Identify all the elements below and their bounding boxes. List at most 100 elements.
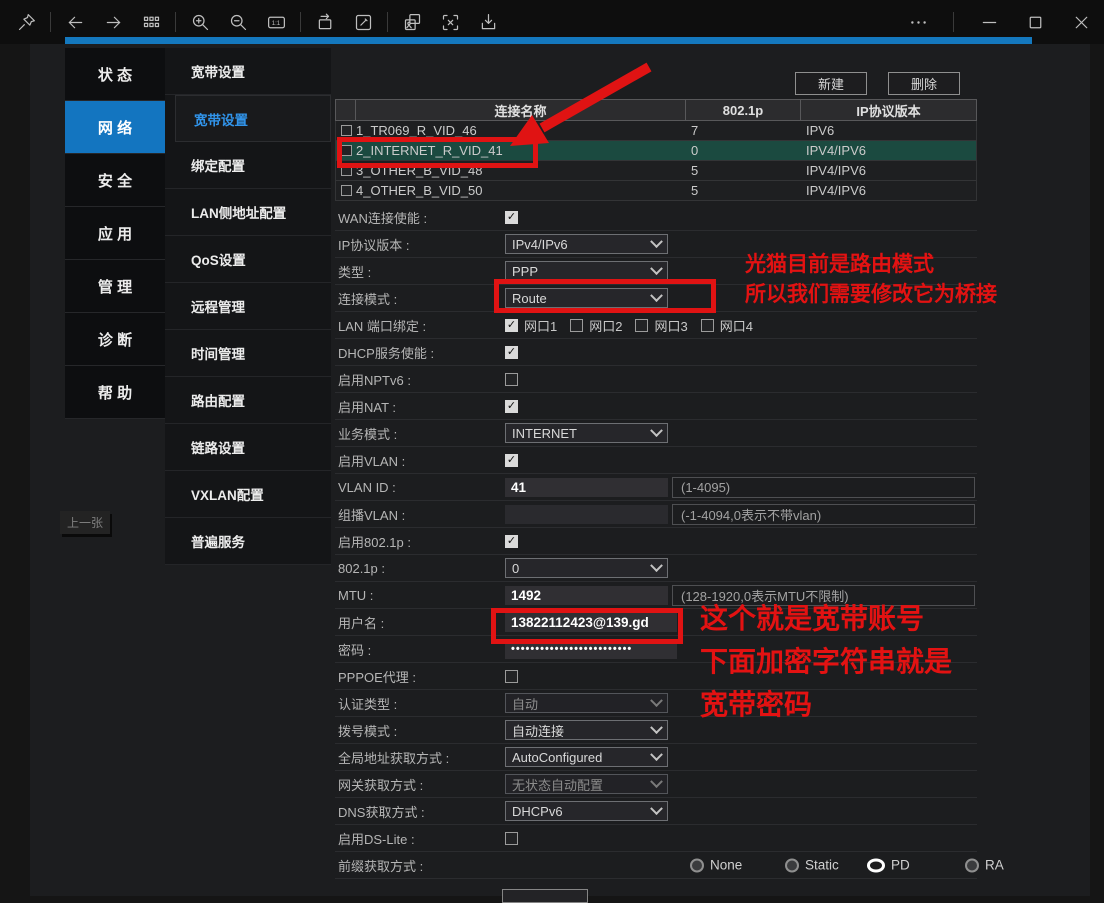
checkbox[interactable] [635,319,648,332]
back-icon[interactable] [63,10,87,34]
dropdown[interactable]: DHCPv6 [505,801,668,821]
submenu-item-路由配置[interactable]: 路由配置 [165,377,331,424]
submenu-item-VXLAN配置[interactable]: VXLAN配置 [165,471,331,518]
radio-option-PD[interactable]: PD [867,858,910,873]
dropdown[interactable]: IPv4/IPv6 [505,234,668,254]
submenu-item-链路设置[interactable]: 链路设置 [165,424,331,471]
sidebar-item-网络[interactable]: 网 络 [65,101,165,154]
checkbox[interactable] [341,145,352,156]
checkbox[interactable]: ✓ [505,535,518,548]
sidebar-item-安全[interactable]: 安 全 [65,154,165,207]
submenu-item-时间管理[interactable]: 时间管理 [165,330,331,377]
previous-image-tooltip[interactable]: 上一张 [60,511,110,534]
radio-option-None[interactable]: None [690,858,742,873]
dropdown[interactable]: Route [505,288,668,308]
port-checkbox-option: 网口4 [701,316,753,335]
dropdown-value: 无状态自动配置 [512,775,603,794]
edit-icon[interactable] [351,10,375,34]
table-row[interactable]: 2_INTERNET_R_VID_410IPV4/IPV6 [335,141,977,161]
submenu-item-普遍服务[interactable]: 普遍服务 [165,518,331,565]
checkbox[interactable] [341,125,352,136]
radio-icon[interactable] [867,858,885,872]
dropdown[interactable]: 自动连接 [505,720,668,740]
delete-button[interactable]: 删除 [888,72,960,95]
dropdown[interactable]: INTERNET [505,423,668,443]
dropdown-value: DHCPv6 [512,804,563,819]
gallery-icon[interactable] [139,10,163,34]
radio-option-label: PD [891,858,910,873]
form-control: 无状态自动配置 [505,771,977,797]
dropdown[interactable]: AutoConfigured [505,747,668,767]
dropdown[interactable]: PPP [505,261,668,281]
new-button[interactable]: 新建 [795,72,867,95]
form-control [505,366,977,392]
bottom-button-partial[interactable] [502,889,588,903]
radio-option-RA[interactable]: RA [965,858,1004,873]
form-label: IP协议版本 : [335,235,505,254]
close-icon[interactable] [1058,0,1104,44]
checkbox[interactable] [505,832,518,845]
checkbox[interactable] [505,373,518,386]
radio-icon[interactable] [785,858,799,872]
checkbox[interactable]: ✓ [505,454,518,467]
checkbox[interactable] [341,165,352,176]
form-row: VLAN ID :41(1-4095) [335,474,977,501]
actual-size-icon[interactable]: 1:1 [264,10,288,34]
text-input[interactable] [505,505,668,524]
form-row: 类型 :PPP [335,258,977,285]
form-control: 0 [505,555,977,581]
sidebar-item-状态[interactable]: 状 态 [65,48,165,101]
form-control: AutoConfigured [505,744,977,770]
save-icon[interactable] [476,10,500,34]
dropdown[interactable]: 0 [505,558,668,578]
checkbox[interactable] [505,670,518,683]
radio-icon[interactable] [965,858,979,872]
sidebar-item-应用[interactable]: 应 用 [65,207,165,260]
form-control: IPv4/IPv6 [505,231,977,257]
checkbox[interactable] [570,319,583,332]
text-input[interactable]: 13822112423@139.gd [505,613,677,632]
toolbar-separator [300,12,301,32]
form-control [505,663,977,689]
checkbox[interactable] [701,319,714,332]
sidebar-item-诊断[interactable]: 诊 断 [65,313,165,366]
form-label: 用户名 : [335,613,505,632]
table-row[interactable]: 1_TR069_R_VID_467IPV6 [335,121,977,141]
form-row: MTU :1492(128-1920,0表示MTU不限制) [335,582,977,609]
submenu-item-QoS设置[interactable]: QoS设置 [165,236,331,283]
table-row[interactable]: 4_OTHER_B_VID_505IPV4/IPV6 [335,181,977,201]
forward-icon[interactable] [101,10,125,34]
sidebar-item-帮助[interactable]: 帮 助 [65,366,165,419]
form-control [505,825,977,851]
dropdown-value: INTERNET [512,426,577,441]
main-sidebar: 状 态网 络安 全应 用管 理诊 断帮 助 [65,48,165,419]
submenu-item-远程管理[interactable]: 远程管理 [165,283,331,330]
submenu-item-LAN侧地址配置[interactable]: LAN侧地址配置 [165,189,331,236]
form-label: 类型 : [335,262,505,281]
checkbox[interactable]: ✓ [505,319,518,332]
text-input[interactable]: 1492 [505,586,668,605]
checkbox[interactable]: ✓ [505,211,518,224]
form-control: ✓网口1网口2网口3网口4 [505,312,977,338]
table-row[interactable]: 3_OTHER_B_VID_485IPV4/IPV6 [335,161,977,181]
checkbox[interactable]: ✓ [505,346,518,359]
radio-icon[interactable] [690,858,704,872]
text-input[interactable]: 41 [505,478,668,497]
pin-icon[interactable] [14,10,38,34]
dropdown-value: Route [512,291,547,306]
submenu-item-宽带设置[interactable]: 宽带设置 [175,95,331,142]
submenu-item-绑定配置[interactable]: 绑定配置 [165,142,331,189]
password-input[interactable]: ••••••••••••••••••••••••• [505,640,677,659]
zoom-in-icon[interactable] [188,10,212,34]
table-header-连接名称: 连接名称 [356,100,686,120]
checkbox[interactable] [341,185,352,196]
chevron-down-icon [650,775,663,788]
copy-image-icon[interactable] [400,10,424,34]
radio-option-Static[interactable]: Static [785,858,839,873]
sidebar-item-管理[interactable]: 管 理 [65,260,165,313]
ocr-icon[interactable] [438,10,462,34]
rotate-icon[interactable] [313,10,337,34]
form-label: PPPOE代理 : [335,667,505,686]
checkbox[interactable]: ✓ [505,400,518,413]
zoom-out-icon[interactable] [226,10,250,34]
